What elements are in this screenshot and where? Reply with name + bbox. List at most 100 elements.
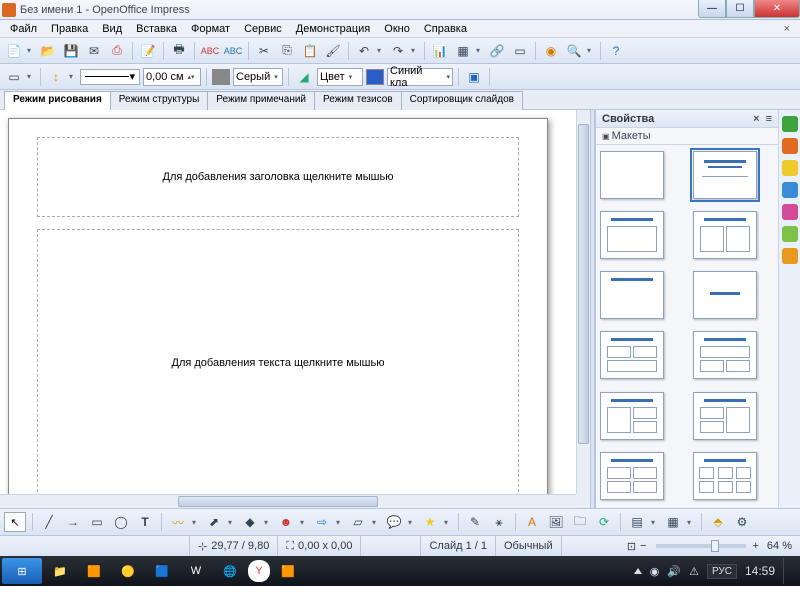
from-file-icon[interactable]: 🖼 (546, 512, 566, 532)
tray-overflow-icon[interactable] (634, 568, 642, 574)
star-tool-icon[interactable]: ★ (420, 512, 440, 532)
arrow-dropdown[interactable]: ▾ (69, 72, 77, 81)
panel-menu-icon[interactable]: ≡ (766, 113, 772, 125)
undo-dropdown[interactable]: ▾ (377, 46, 385, 55)
menu-slideshow[interactable]: Демонстрация (290, 22, 377, 36)
window-close-button[interactable]: ✕ (754, 0, 800, 18)
extrusion-icon[interactable]: ⬘ (708, 512, 728, 532)
autospell-icon[interactable]: ABC (223, 41, 243, 61)
slide-icon[interactable]: ▭ (4, 67, 24, 87)
slideshow-icon[interactable]: ▭ (510, 41, 530, 61)
basic-dropdown[interactable]: ▾ (264, 518, 272, 527)
menu-file[interactable]: Файл (4, 22, 43, 36)
layout-title-content[interactable] (693, 151, 757, 199)
fill-bucket-icon[interactable]: ◢ (294, 67, 314, 87)
layout-6boxes[interactable] (693, 452, 757, 500)
chart-icon[interactable]: 📊 (430, 41, 450, 61)
panel-close-button[interactable]: × (753, 113, 759, 125)
title-placeholder[interactable]: Для добавления заголовка щелкните мышью (37, 137, 519, 217)
navigator-icon[interactable]: ◉ (541, 41, 561, 61)
hyperlink-icon[interactable]: 🔗 (487, 41, 507, 61)
email-icon[interactable]: ✉ (84, 41, 104, 61)
curve-tool-icon[interactable]: 〰 (168, 512, 188, 532)
symbol-dropdown[interactable]: ▾ (300, 518, 308, 527)
menu-window[interactable]: Окно (378, 22, 416, 36)
layout-blank[interactable] (600, 151, 664, 199)
gallery-tab-icon[interactable] (782, 226, 798, 242)
new-dropdown[interactable]: ▾ (27, 46, 35, 55)
zoom-value[interactable]: 64 % (767, 540, 792, 552)
align-icon[interactable]: ▤ (627, 512, 647, 532)
slide-dropdown[interactable]: ▾ (27, 72, 35, 81)
align-dropdown[interactable]: ▾ (651, 518, 659, 527)
arrow-tool-icon[interactable]: → (63, 512, 83, 532)
tab-sorter[interactable]: Сортировщик слайдов (401, 91, 523, 110)
layout-1x2[interactable] (693, 331, 757, 379)
layout-centered[interactable] (693, 271, 757, 319)
help-icon[interactable]: ? (606, 41, 626, 61)
fill-color-swatch[interactable] (366, 69, 384, 85)
master-tab-icon[interactable] (782, 138, 798, 154)
layout-title-only[interactable] (600, 271, 664, 319)
taskbar-browser-icon[interactable]: 🟡 (112, 558, 144, 584)
properties-tab-icon[interactable] (782, 116, 798, 132)
save-icon[interactable]: 💾 (61, 41, 81, 61)
text-tool-icon[interactable]: T (135, 512, 155, 532)
line-color-swatch[interactable] (212, 69, 230, 85)
taskbar-ie-icon[interactable]: 🌐 (214, 558, 246, 584)
layout-right-2[interactable] (693, 392, 757, 440)
menu-tools[interactable]: Сервис (238, 22, 288, 36)
layout-title-body[interactable] (600, 211, 664, 259)
tab-drawing[interactable]: Режим рисования (4, 91, 111, 110)
tab-notes[interactable]: Режим примечаний (207, 91, 315, 110)
start-button[interactable]: ⊞ (2, 558, 42, 584)
tray-clock[interactable]: 14:59 (745, 564, 775, 578)
menu-view[interactable]: Вид (96, 22, 128, 36)
line-color-combo[interactable]: Серый▾ (233, 68, 283, 86)
select-tool-icon[interactable]: ↖ (4, 512, 26, 532)
zoom-dropdown[interactable]: ▾ (587, 46, 595, 55)
fontwork-icon[interactable]: A (522, 512, 542, 532)
taskbar-word-icon[interactable]: W (180, 558, 212, 584)
open-icon[interactable]: 📂 (38, 41, 58, 61)
vertical-scrollbar[interactable] (576, 110, 590, 494)
table-icon[interactable]: ▦ (453, 41, 473, 61)
zoom-fit-icon[interactable]: ⊡ (627, 540, 636, 553)
layout-2x1[interactable] (600, 331, 664, 379)
show-desktop-button[interactable] (783, 558, 790, 584)
line-tool-icon[interactable]: ╱ (39, 512, 59, 532)
connector-dropdown[interactable]: ▾ (228, 518, 236, 527)
tray-network-icon[interactable]: ⚠ (689, 565, 699, 578)
callout-dropdown[interactable]: ▾ (408, 518, 416, 527)
points-tool-icon[interactable]: ✎ (465, 512, 485, 532)
callout-tool-icon[interactable]: 💬 (384, 512, 404, 532)
copy-icon[interactable]: ⎘ (277, 41, 297, 61)
pdf-icon[interactable]: ⎙ (107, 41, 127, 61)
tray-shield-icon[interactable]: ◉ (650, 565, 660, 578)
hscroll-thumb[interactable] (178, 496, 378, 507)
menu-insert[interactable]: Вставка (130, 22, 183, 36)
arrange-dropdown[interactable]: ▾ (687, 518, 695, 527)
curve-dropdown[interactable]: ▾ (192, 518, 200, 527)
menu-format[interactable]: Формат (185, 22, 236, 36)
fill-color-combo[interactable]: Синий кла▾ (387, 68, 453, 86)
zoom-slider[interactable] (656, 544, 746, 548)
taskbar-impress-icon[interactable]: 🟧 (272, 558, 304, 584)
star-dropdown[interactable]: ▾ (444, 518, 452, 527)
window-maximize-button[interactable]: ☐ (726, 0, 754, 18)
animation-tab-icon[interactable] (782, 160, 798, 176)
cut-icon[interactable]: ✂ (254, 41, 274, 61)
menu-edit[interactable]: Правка (45, 22, 94, 36)
new-icon[interactable]: 📄 (4, 41, 24, 61)
horizontal-scrollbar[interactable] (0, 494, 576, 508)
blockarrow-tool-icon[interactable]: ⇨ (312, 512, 332, 532)
slide-canvas[interactable]: Для добавления заголовка щелкните мышью … (0, 110, 576, 494)
taskbar-app-icon[interactable]: 🟧 (78, 558, 110, 584)
spellcheck-icon[interactable]: ABC (200, 41, 220, 61)
connector-tool-icon[interactable]: ⬈ (204, 512, 224, 532)
rotate-icon[interactable]: ⟳ (594, 512, 614, 532)
gallery-icon[interactable]: 🗀 (570, 512, 590, 532)
interaction-icon[interactable]: ⚙ (732, 512, 752, 532)
format-paint-icon[interactable]: 🖌 (323, 41, 343, 61)
layouts-section-header[interactable]: ▣Макеты (596, 128, 778, 145)
